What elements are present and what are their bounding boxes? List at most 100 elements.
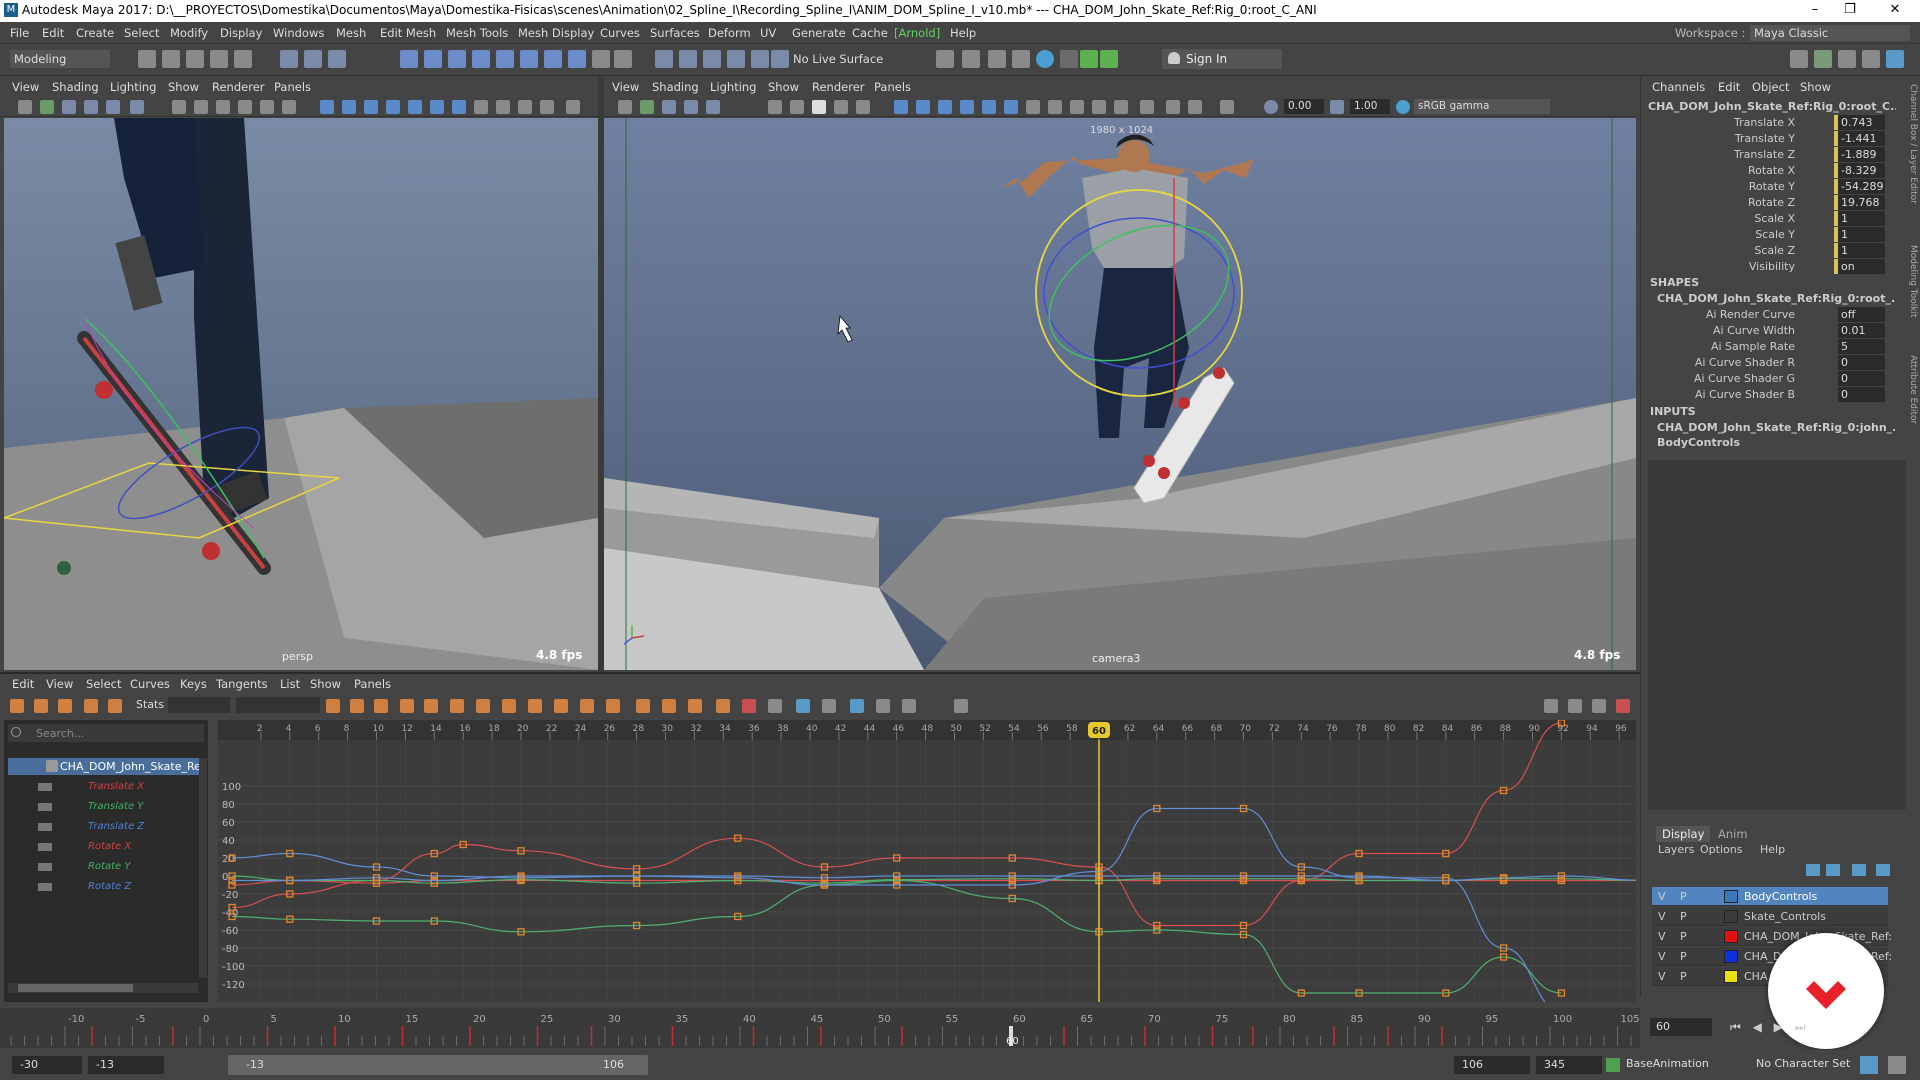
- lattice-icon[interactable]: [58, 699, 72, 713]
- stats-value-field[interactable]: [236, 697, 320, 713]
- linear-tangent-icon[interactable]: [476, 699, 490, 713]
- playback-end-field[interactable]: 106: [1454, 1056, 1530, 1074]
- attr-value[interactable]: 0: [1838, 355, 1885, 370]
- anim-prefs-icon[interactable]: [1888, 1056, 1906, 1074]
- gate-mask-icon[interactable]: [238, 100, 252, 114]
- move-key-icon[interactable]: [10, 699, 24, 713]
- input-output-icon[interactable]: [614, 50, 632, 68]
- camera-icon[interactable]: [618, 100, 632, 114]
- channel-translate-y[interactable]: Translate Y -1.441: [1650, 131, 1885, 147]
- default-material-icon[interactable]: [364, 100, 378, 114]
- graph-curves-canvas[interactable]: 2 4 6 8 10 12 14 16 18 20 22 24 26 28 30 32 34 36 38 40 42 44…: [218, 720, 1636, 1002]
- camera-icon[interactable]: [18, 100, 32, 114]
- right-viewport[interactable]: 1980 x 1024 camera3 4.8 fps: [604, 118, 1636, 670]
- menu-edit-mesh[interactable]: Edit Mesh: [380, 26, 436, 40]
- channel-box-icon[interactable]: [1886, 50, 1904, 68]
- layer-menu-help[interactable]: Help: [1760, 843, 1785, 856]
- layer-row[interactable]: V P BodyControls: [1652, 887, 1888, 906]
- channel-rotate-y[interactable]: Rotate Y -54.289: [1650, 179, 1885, 195]
- channel-value[interactable]: 0.743: [1838, 115, 1885, 130]
- time-editor-icon[interactable]: [1568, 699, 1582, 713]
- ao-icon[interactable]: [1070, 100, 1084, 114]
- channel-select-icon[interactable]: [1592, 699, 1606, 713]
- color-management-icon[interactable]: [1396, 100, 1410, 114]
- exposure-icon[interactable]: [1264, 100, 1278, 114]
- channel-value[interactable]: -54.289: [1838, 179, 1885, 194]
- live-surface-icon[interactable]: [771, 50, 789, 68]
- new-layer-selected-icon[interactable]: [1876, 864, 1890, 876]
- xray-icon[interactable]: [408, 100, 422, 114]
- menu-uv[interactable]: UV: [760, 26, 776, 40]
- menu-mesh[interactable]: Mesh: [336, 26, 366, 40]
- sign-in-button[interactable]: Sign In: [1162, 49, 1282, 69]
- render-settings-icon[interactable]: [988, 50, 1006, 68]
- bookmark-icon[interactable]: [662, 100, 676, 114]
- xray-joints-icon[interactable]: [1004, 100, 1018, 114]
- pre-infinity-icon[interactable]: [876, 699, 890, 713]
- menu-set-dropdown[interactable]: Modeling: [10, 50, 110, 68]
- vp-right-menu-shading[interactable]: Shading: [652, 80, 699, 94]
- attr-ai-sample-rate[interactable]: Ai Sample Rate 5: [1650, 339, 1885, 355]
- layer-playback-toggle[interactable]: P: [1680, 950, 1687, 963]
- layer-color-swatch[interactable]: [1724, 950, 1738, 963]
- ge-menu-panels[interactable]: Panels: [354, 677, 391, 691]
- pin-icon[interactable]: [1616, 699, 1630, 713]
- tool-settings-icon[interactable]: [1862, 50, 1880, 68]
- 2d-pan-icon[interactable]: [706, 100, 720, 114]
- buffer-curve-icon[interactable]: [580, 699, 594, 713]
- menu-deform[interactable]: Deform: [708, 26, 751, 40]
- menu-display[interactable]: Display: [220, 26, 262, 40]
- xray-icon[interactable]: [982, 100, 996, 114]
- menu-generate[interactable]: Generate: [792, 26, 846, 40]
- anim-layer-select[interactable]: BaseAnimation: [1626, 1057, 1740, 1070]
- minimize-button[interactable]: –: [1800, 2, 1830, 17]
- shape-name[interactable]: CHA_DOM_John_Skate_Ref:Rig_0:root_...: [1657, 292, 1895, 305]
- gate-mask-icon[interactable]: [834, 100, 848, 114]
- unify-tangent-icon[interactable]: [636, 699, 650, 713]
- side-tab-attribute-editor[interactable]: Attribute Editor: [1904, 355, 1918, 450]
- tweak-icon[interactable]: [727, 50, 745, 68]
- soft-select-icon[interactable]: [703, 50, 721, 68]
- outliner-node-row[interactable]: CHA_DOM_John_Skate_Ref: [8, 758, 204, 775]
- ao-icon[interactable]: [518, 100, 532, 114]
- input-node-bodycontrols[interactable]: BodyControls: [1657, 436, 1740, 449]
- lights-icon[interactable]: [474, 100, 488, 114]
- outliner-curve-translate-x[interactable]: Translate X: [88, 781, 144, 792]
- outliner-curve-rotate-y[interactable]: Rotate Y: [88, 861, 130, 872]
- range-slider[interactable]: -13 106: [228, 1055, 648, 1075]
- snap-live-icon[interactable]: [520, 50, 538, 68]
- vp-left-menu-renderer[interactable]: Renderer: [212, 80, 265, 94]
- select-by-object-icon[interactable]: [304, 50, 322, 68]
- film-gate-icon[interactable]: [194, 100, 208, 114]
- vp-left-menu-view[interactable]: View: [12, 80, 39, 94]
- layer-color-swatch[interactable]: [1724, 930, 1738, 943]
- outliner-v-scrollbar[interactable]: [199, 758, 207, 978]
- arnold-icon[interactable]: [1060, 50, 1078, 68]
- layer-color-swatch[interactable]: [1724, 890, 1738, 903]
- select-by-component-icon[interactable]: [328, 50, 346, 68]
- image-plane-icon[interactable]: [684, 100, 698, 114]
- reflect-icon[interactable]: [751, 50, 769, 68]
- bookmark-icon[interactable]: [62, 100, 76, 114]
- menu-mesh-display[interactable]: Mesh Display: [518, 26, 594, 40]
- menu-create[interactable]: Create: [76, 26, 114, 40]
- open-scene-icon[interactable]: [162, 50, 180, 68]
- lights-icon[interactable]: [1026, 100, 1040, 114]
- attr-ai-curve-shader-b[interactable]: Ai Curve Shader B 0: [1650, 387, 1885, 403]
- modeling-toolkit-icon[interactable]: [1790, 50, 1808, 68]
- live-surface-label[interactable]: No Live Surface: [793, 52, 883, 66]
- resolution-gate-icon[interactable]: [812, 100, 826, 114]
- menu-edit[interactable]: Edit: [42, 26, 64, 40]
- side-tab-modeling-toolkit[interactable]: Modeling Toolkit: [1904, 245, 1918, 335]
- hud-icon[interactable]: [1166, 100, 1180, 114]
- render-frame-icon[interactable]: [936, 50, 954, 68]
- channel-value[interactable]: 1: [1838, 211, 1885, 226]
- layer-color-swatch[interactable]: [1724, 910, 1738, 923]
- region-icon[interactable]: [84, 699, 98, 713]
- layer-tab-display[interactable]: Display: [1656, 826, 1711, 842]
- new-scene-icon[interactable]: [138, 50, 156, 68]
- camera-attr-icon[interactable]: [40, 100, 54, 114]
- snap-grid-icon[interactable]: [400, 50, 418, 68]
- layer-move-up-icon[interactable]: [1806, 864, 1820, 876]
- motion-blur-icon[interactable]: [1092, 100, 1106, 114]
